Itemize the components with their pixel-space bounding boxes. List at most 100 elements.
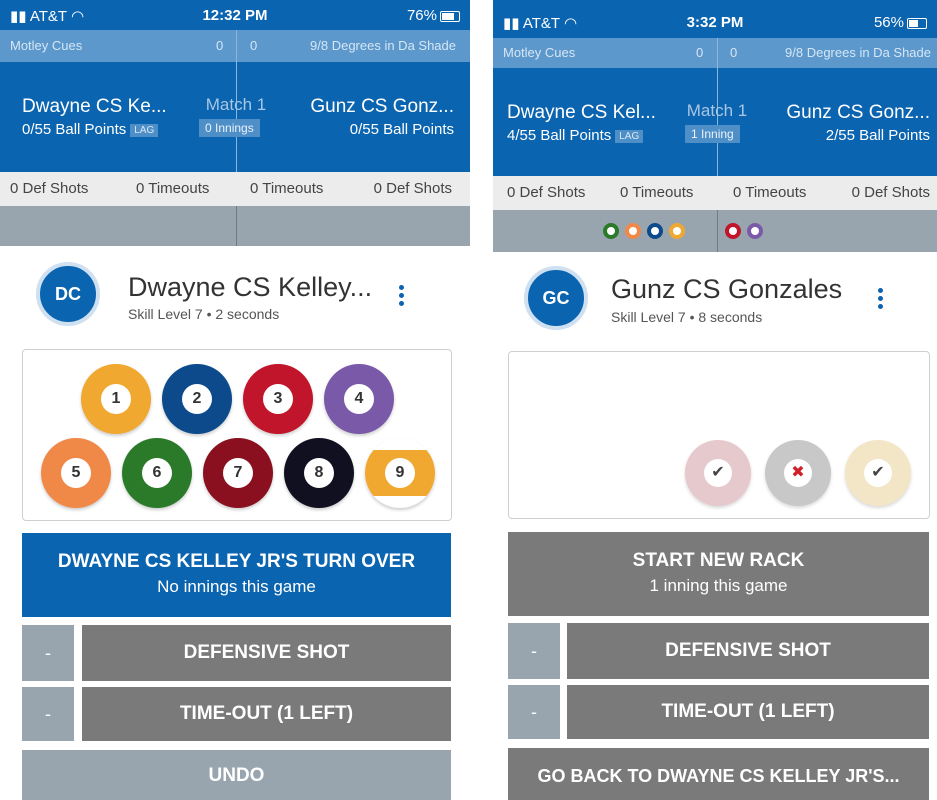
player2-name[interactable]: Gunz CS Gonz... [786, 102, 930, 124]
undo-button[interactable]: UNDO [22, 750, 451, 800]
ball-4-button[interactable]: 4 [324, 364, 394, 434]
ball-3-button[interactable]: 3 [243, 364, 313, 434]
pocketed-ball-icon [669, 223, 685, 239]
clock: 3:32 PM [686, 14, 744, 31]
pocketed-balls-bar [0, 206, 470, 246]
go-back-button[interactable]: GO BACK TO DWAYNE CS KELLEY JR'S... [508, 748, 929, 800]
defensive-shot-minus-button[interactable]: - [22, 625, 74, 681]
start-new-rack-title: START NEW RACK [632, 550, 805, 571]
shooter-skill: Skill Level 7 • 2 seconds [128, 306, 280, 322]
pocketed-ball-icon [725, 223, 741, 239]
player1-points: 4/55 Ball Points LAG [507, 127, 644, 144]
start-new-rack-button[interactable]: START NEW RACK 1 inning this game [508, 532, 929, 616]
confirm-check-icon-2: ✔ [864, 459, 892, 487]
confirm-check-2-button[interactable]: ✔ [845, 440, 911, 506]
away-team-name: 9/8 Degrees in Da Shade [310, 38, 456, 53]
away-team-name: 9/8 Degrees in Da Shade [785, 45, 931, 60]
ball-number: 5 [61, 458, 91, 488]
left-phone-screen: ▮▮ AT&T ◠ 12:32 PM 76% Motley Cues 0 0 9… [0, 0, 470, 800]
innings-badge: 0 Innings [199, 119, 260, 137]
battery-icon [440, 10, 460, 22]
ball-number: 2 [182, 384, 212, 414]
p2-timeouts: 0 Timeouts [733, 184, 807, 201]
ball-6-button[interactable]: 6 [122, 438, 192, 508]
turn-over-button[interactable]: DWAYNE CS KELLEY JR'S TURN OVER No innin… [22, 533, 451, 617]
ball-1-button[interactable]: 1 [81, 364, 151, 434]
start-new-rack-subtitle: 1 inning this game [649, 576, 788, 595]
ball-number: 7 [223, 458, 253, 488]
home-team-name: Motley Cues [503, 45, 576, 60]
pocketed-balls-bar [493, 210, 937, 252]
away-team-score: 0 [730, 45, 738, 60]
player2-points: 0/55 Ball Points [349, 121, 454, 138]
pocketed-ball-icon [747, 223, 763, 239]
p1-def-shots: 0 Def Shots [507, 184, 586, 201]
timeout-button[interactable]: TIME-OUT (1 LEFT) [82, 687, 451, 741]
ball-number: 8 [304, 458, 334, 488]
player2-points: 2/55 Ball Points [825, 127, 930, 144]
innings-badge: 1 Inning [685, 125, 740, 143]
timeout-minus-button[interactable]: - [508, 685, 560, 739]
player2-name[interactable]: Gunz CS Gonz... [310, 96, 454, 118]
stats-bar: 0 Def Shots 0 Timeouts 0 Timeouts 0 Def … [493, 176, 937, 210]
confirm-check-icon: ✔ [704, 459, 732, 487]
p1-timeouts: 0 Timeouts [136, 180, 210, 197]
clock: 12:32 PM [202, 7, 268, 24]
ball-7-button[interactable]: 7 [203, 438, 273, 508]
battery-icon [907, 17, 927, 29]
timeout-button[interactable]: TIME-OUT (1 LEFT) [567, 685, 929, 739]
stats-bar: 0 Def Shots 0 Timeouts 0 Timeouts 0 Def … [0, 172, 470, 206]
ball-number: 9 [385, 458, 415, 488]
cancel-x-button[interactable]: ✖ [765, 440, 831, 506]
ball-8-button[interactable]: 8 [284, 438, 354, 508]
ball-9-button[interactable]: 9 [365, 438, 435, 508]
shooter-skill: Skill Level 7 • 8 seconds [611, 309, 763, 325]
status-bar: ▮▮ AT&T ◠ 12:32 PM 76% [0, 0, 470, 30]
defensive-shot-minus-button[interactable]: - [508, 623, 560, 679]
away-team-score: 0 [250, 38, 258, 53]
lag-badge: LAG [615, 129, 644, 143]
match-header: Dwayne CS Kel... 4/55 Ball Points LAG Mat… [493, 68, 937, 176]
shot-result-panel: ✔ ✖ ✔ [508, 351, 930, 519]
match-header: Dwayne CS Ke... 0/55 Ball Points LAG Matc… [0, 62, 470, 172]
p2-timeouts: 0 Timeouts [250, 180, 324, 197]
p2-def-shots: 0 Def Shots [851, 184, 930, 201]
ball-number: 1 [101, 384, 131, 414]
battery-indicator: 76% [407, 7, 460, 24]
player1-name[interactable]: Dwayne CS Ke... [22, 96, 167, 118]
status-bar: ▮▮ AT&T ◠ 3:32 PM 56% [493, 0, 937, 38]
ball-number: 3 [263, 384, 293, 414]
home-team-score: 0 [216, 38, 224, 53]
battery-indicator: 56% [874, 14, 927, 31]
ball-rack: 1 2 3 4 5 6 7 8 9 [22, 349, 452, 521]
turn-over-title: DWAYNE CS KELLEY JR'S TURN OVER [57, 551, 416, 572]
pocketed-ball-icon [603, 223, 619, 239]
p1-def-shots: 0 Def Shots [10, 180, 89, 197]
cancel-x-icon: ✖ [784, 459, 812, 487]
lag-badge: LAG [130, 123, 159, 137]
home-team-score: 0 [696, 45, 704, 60]
ball-2-button[interactable]: 2 [162, 364, 232, 434]
team-score-bar: Motley Cues 0 0 9/8 Degrees in Da Shade [493, 38, 937, 68]
p2-def-shots: 0 Def Shots [373, 180, 452, 197]
match-label: Match 1 [205, 95, 267, 114]
right-phone-screen: ▮▮ AT&T ◠ 3:32 PM 56% Motley Cues 0 0 9/… [493, 0, 937, 800]
shooter-name: Gunz CS Gonzales [611, 274, 843, 304]
pocketed-ball-icon [647, 223, 663, 239]
defensive-shot-button[interactable]: DEFENSIVE SHOT [82, 625, 451, 681]
avatar: GC [524, 266, 588, 330]
timeout-minus-button[interactable]: - [22, 687, 74, 741]
ball-5-button[interactable]: 5 [41, 438, 111, 508]
ball-number: 4 [344, 384, 374, 414]
match-label: Match 1 [686, 101, 748, 120]
team-score-bar: Motley Cues 0 0 9/8 Degrees in Da Shade [0, 30, 470, 62]
more-options-icon[interactable] [399, 285, 405, 309]
turn-over-subtitle: No innings this game [157, 577, 316, 596]
more-options-icon[interactable] [878, 288, 884, 312]
player1-name[interactable]: Dwayne CS Kel... [507, 102, 656, 124]
defensive-shot-button[interactable]: DEFENSIVE SHOT [567, 623, 929, 679]
pocketed-ball-icon [625, 223, 641, 239]
player1-points: 0/55 Ball Points LAG [22, 121, 159, 138]
shooter-name: Dwayne CS Kelley... [128, 272, 373, 302]
confirm-check-button[interactable]: ✔ [685, 440, 751, 506]
